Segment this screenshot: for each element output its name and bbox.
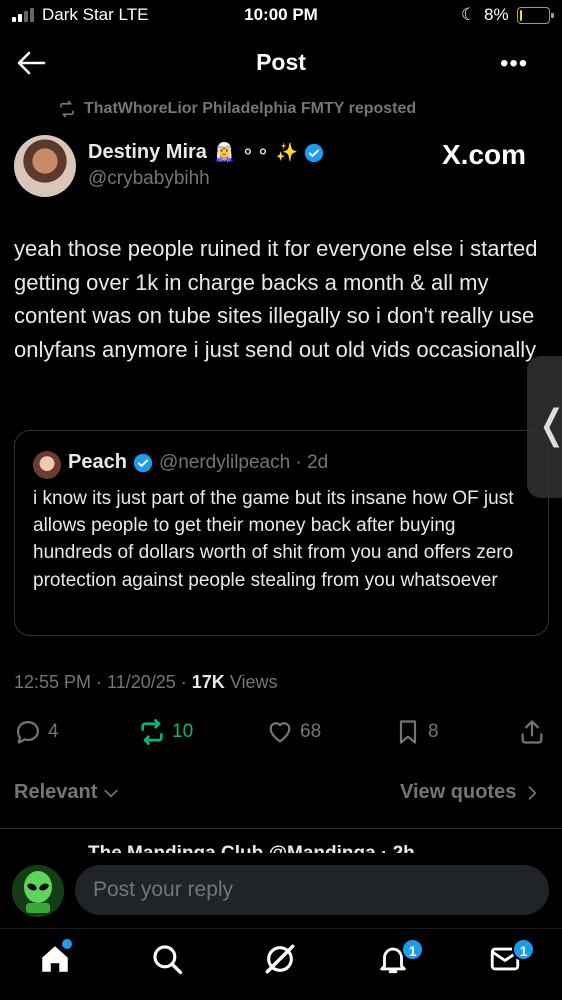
repost-banner-text: ThatWhoreLior Philadelphia FMTY reposted xyxy=(84,100,417,117)
quote-avatar xyxy=(33,451,61,479)
reply-button[interactable]: 4 xyxy=(14,718,59,746)
battery-icon xyxy=(517,7,554,24)
reply-input[interactable] xyxy=(75,865,549,915)
repost-icon xyxy=(60,100,74,118)
heart-icon xyxy=(269,722,291,743)
author-emojis: 🧝‍♀️ ⚬⚬ ✨ xyxy=(212,142,298,162)
home-unread-dot xyxy=(62,939,72,949)
battery-percent: 8% xyxy=(484,5,509,24)
chevron-right-icon xyxy=(528,785,537,800)
chevron-down-icon xyxy=(104,789,119,797)
grok-icon[interactable] xyxy=(263,942,299,978)
notifications-badge: 1 xyxy=(401,938,424,961)
like-button[interactable]: 68 xyxy=(266,718,321,746)
messages-badge: 1 xyxy=(512,938,535,961)
sort-label: Relevant xyxy=(14,781,98,803)
alien-icon xyxy=(12,865,64,917)
user-avatar[interactable] xyxy=(12,865,64,917)
search-icon[interactable] xyxy=(150,942,186,978)
like-count: 68 xyxy=(300,721,322,742)
sort-dropdown[interactable]: Relevant xyxy=(14,781,121,804)
reply-count: 4 xyxy=(48,721,59,742)
bookmark-icon xyxy=(399,720,417,744)
quote-text: i know its just part of the game but its… xyxy=(33,488,514,591)
status-bar: Dark Star LTE 10:00 PM ☾ 8% xyxy=(0,0,562,34)
author-handle[interactable]: @crybabybihh xyxy=(88,168,210,190)
views-count: 17K xyxy=(191,672,225,692)
verified-icon xyxy=(304,143,324,162)
divider xyxy=(0,828,562,829)
status-time: 10:00 PM xyxy=(244,5,318,24)
bookmark-button[interactable]: 8 xyxy=(394,718,439,746)
repost-button[interactable]: 10 xyxy=(138,718,193,746)
quoted-post[interactable]: Peach @nerdylilpeach · 2d i know its jus… xyxy=(14,430,549,636)
author-row[interactable]: Destiny Mira 🧝‍♀️ ⚬⚬ ✨ xyxy=(88,141,324,164)
quote-handle-time: @nerdylilpeach · 2d xyxy=(158,451,329,473)
page-title: Post xyxy=(256,49,306,75)
share-button[interactable] xyxy=(518,718,546,746)
moon-icon: ☾ xyxy=(461,5,477,24)
reply-icon xyxy=(16,720,40,744)
watermark: X.com xyxy=(442,139,527,170)
quote-author-name: Peach xyxy=(68,451,127,473)
more-icon[interactable]: ••• xyxy=(500,50,528,78)
author-name: Destiny Mira xyxy=(88,141,207,163)
verified-icon xyxy=(133,453,153,472)
view-quotes-label: View quotes xyxy=(400,781,517,803)
post-time: 12:55 PM · 11/20/25 · xyxy=(14,672,192,692)
next-reply-peek[interactable]: The Mandinga Club @Mandinga · 2h xyxy=(88,843,548,853)
repost-icon xyxy=(141,719,163,745)
share-icon xyxy=(521,720,543,744)
view-quotes-link[interactable]: View quotes xyxy=(400,781,542,804)
post-meta: 12:55 PM · 11/20/25 · 17K Views xyxy=(14,672,278,693)
bookmark-count: 8 xyxy=(428,721,439,742)
repost-count: 10 xyxy=(172,721,194,742)
post-text: yeah those people ruined it for everyone… xyxy=(14,236,538,362)
repost-banner[interactable]: ThatWhoreLior Philadelphia FMTY reposted xyxy=(58,100,416,118)
quote-header: Peach @nerdylilpeach · 2d xyxy=(68,451,328,474)
avatar[interactable] xyxy=(14,135,76,197)
views-label: Views xyxy=(224,672,278,692)
